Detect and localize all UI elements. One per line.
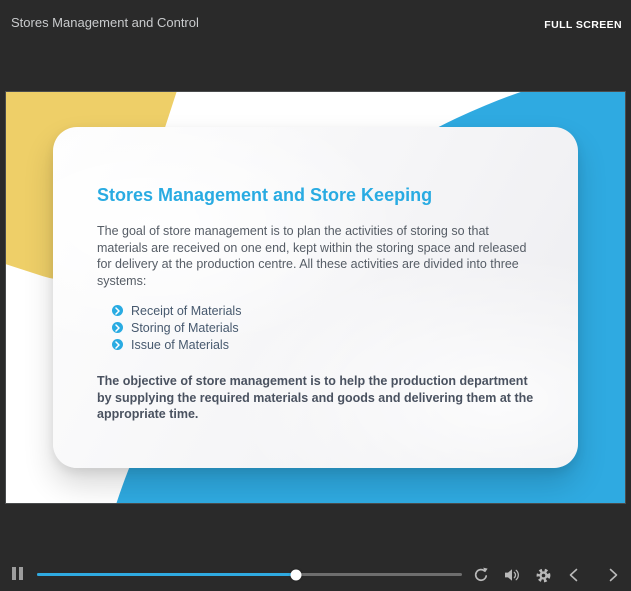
- volume-button[interactable]: [501, 564, 523, 586]
- bullet-label: Storing of Materials: [131, 320, 239, 335]
- seekbar-handle[interactable]: [290, 569, 302, 580]
- content-card: Stores Management and Store Keeping The …: [53, 127, 578, 468]
- chevron-right-icon: [609, 568, 618, 582]
- gear-icon: [536, 568, 550, 582]
- bullet-label: Receipt of Materials: [131, 303, 242, 318]
- slide-paragraph-2: The objective of store management is to …: [97, 374, 534, 421]
- slide-stage: Stores Management and Store Keeping The …: [5, 91, 626, 504]
- player-icon-group: [470, 564, 624, 586]
- pause-icon: [12, 567, 16, 580]
- chevron-left-icon: [569, 568, 578, 582]
- list-item: Issue of Materials: [112, 336, 534, 353]
- player-controls: [0, 551, 631, 591]
- chevron-bullet-icon: [112, 305, 123, 316]
- chevron-bullet-icon: [112, 322, 123, 333]
- pause-button[interactable]: [12, 567, 25, 581]
- slide-paragraph-1: The goal of store management is to plan …: [97, 224, 527, 288]
- next-button[interactable]: [602, 564, 624, 586]
- previous-button[interactable]: [563, 564, 585, 586]
- course-title: Stores Management and Control: [11, 15, 199, 30]
- bullet-list: Receipt of Materials Storing of Material…: [97, 302, 534, 353]
- replay-button[interactable]: [470, 564, 492, 586]
- seekbar[interactable]: [37, 569, 462, 580]
- slide-title: Stores Management and Store Keeping: [97, 185, 433, 205]
- fullscreen-button[interactable]: FULL SCREEN: [538, 18, 628, 32]
- settings-button[interactable]: [532, 564, 554, 586]
- list-item: Storing of Materials: [112, 319, 534, 336]
- volume-icon: [505, 569, 519, 581]
- player-header: Stores Management and Control FULL SCREE…: [0, 0, 631, 45]
- pause-icon: [19, 567, 23, 580]
- bullet-label: Issue of Materials: [131, 337, 229, 352]
- chevron-bullet-icon: [112, 339, 123, 350]
- seekbar-progress: [37, 573, 297, 576]
- replay-icon: [474, 567, 488, 582]
- list-item: Receipt of Materials: [112, 302, 534, 319]
